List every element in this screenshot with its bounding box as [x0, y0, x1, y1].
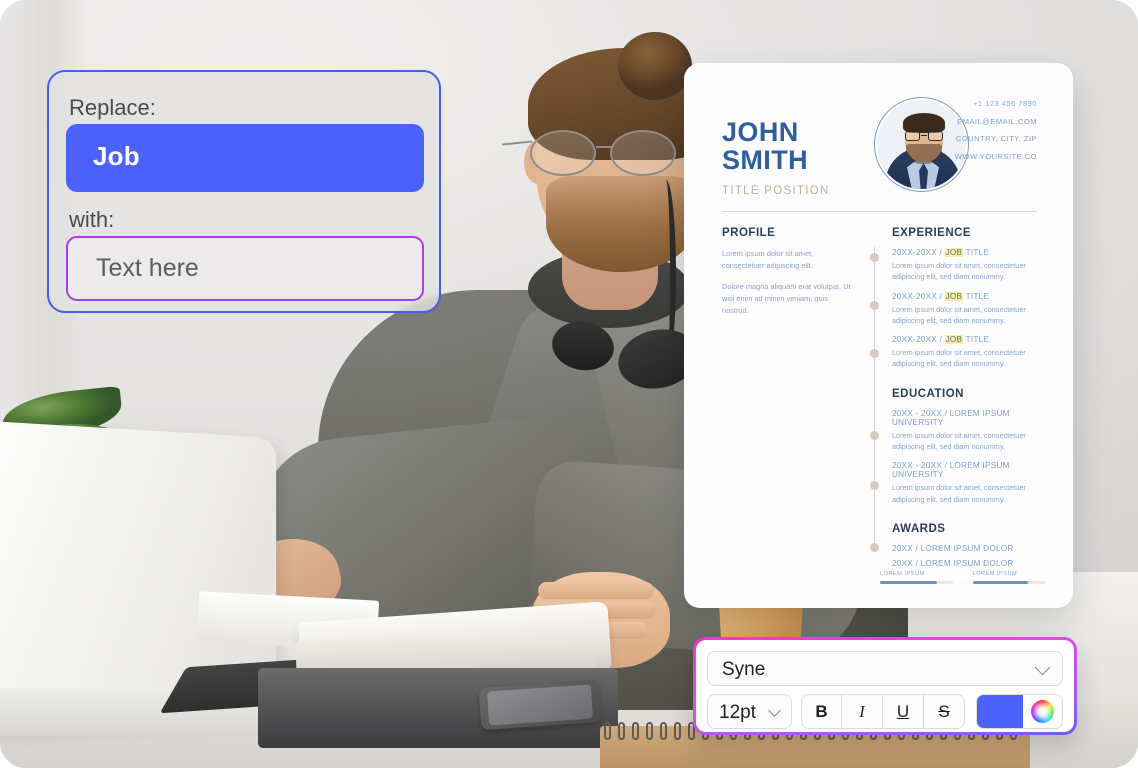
text-style-group: B I U S: [801, 694, 965, 729]
timeline: [869, 247, 879, 552]
replace-target-placeholder: Text here: [96, 254, 199, 282]
education-entry-body: Lorem ipsum dolor sit amet, consectetuer…: [891, 430, 1026, 452]
resume-last-name: SMITH: [722, 144, 808, 175]
font-size-value: 12pt: [719, 702, 756, 723]
strikethrough-button[interactable]: S: [924, 694, 965, 729]
resume-left-column: PROFILE Lorem ipsum dolor sit amet, cons…: [722, 227, 862, 574]
profile-paragraphs: Lorem ipsum dolor sit amet, consectetuer…: [722, 248, 852, 317]
skill-bar: LOREM IPSUM: [880, 571, 953, 584]
experience-entry-body: Lorem ipsum dolor sit amet, consectetuer…: [891, 261, 1026, 282]
resume-title-position: TITLE POSITION: [722, 185, 830, 197]
resume-header: JOHN SMITH TITLE POSITION +1 123 456 789…: [722, 93, 1037, 211]
highlighted-job-token: JOB: [944, 335, 964, 345]
experience-entry-title: 20XX-20XX / JOB TITLE: [891, 248, 990, 257]
education-entry-title: 20XX - 20XX / LOREM IPSUM UNIVERSITY: [891, 461, 1010, 480]
text-color-control: [976, 694, 1063, 729]
education-heading: EDUCATION: [891, 387, 964, 400]
color-wheel-icon: [1031, 700, 1054, 723]
education-entries: 20XX - 20XX / LOREM IPSUM UNIVERSITY Lore…: [892, 409, 1043, 505]
experience-entry-body: Lorem ipsum dolor sit amet, consectetuer…: [891, 304, 1026, 325]
chevron-down-icon: [1034, 659, 1051, 676]
highlighted-job-token: JOB: [944, 248, 964, 257]
award-entry: 20XX / LOREM IPSUM DOLOR: [891, 543, 1014, 553]
with-label: with:: [69, 207, 115, 232]
replace-target-input[interactable]: Text here: [66, 236, 424, 301]
profile-heading: PROFILE: [722, 227, 776, 239]
skill-bar: LOREM IPSUM: [972, 571, 1045, 584]
experience-entry-body: Lorem ipsum dolor sit amet, consectetuer…: [891, 348, 1026, 369]
resume-name: JOHN SMITH: [722, 117, 808, 175]
education-entry-body: Lorem ipsum dolor sit amet, consectetuer…: [891, 483, 1026, 504]
smartphone: [478, 679, 602, 731]
hair-bun: [618, 32, 692, 100]
header-divider: [722, 211, 1037, 212]
resume-preview-card[interactable]: JOHN SMITH TITLE POSITION +1 123 456 789…: [684, 63, 1073, 608]
experience-heading: EXPERIENCE: [891, 227, 972, 239]
skill-bar-track: [880, 581, 953, 584]
replace-label: Replace:: [69, 95, 156, 120]
contact-line: COUNTRY, CITY, ZIP: [955, 134, 1037, 143]
current-color-swatch[interactable]: [977, 695, 1023, 728]
contact-line: +1 123 456 7890: [973, 99, 1037, 108]
font-family-value: Syne: [722, 659, 766, 680]
text-format-toolbar: Syne 12pt B I U S: [693, 637, 1077, 735]
resume-right-column: EXPERIENCE 20XX-20XX / JOB TITLE Lorem ip…: [862, 227, 1043, 574]
underline-button[interactable]: U: [883, 694, 924, 729]
highlighted-job-token: JOB: [944, 291, 964, 301]
skill-bar-track: [972, 581, 1045, 584]
awards-heading: AWARDS: [891, 522, 946, 535]
profile-paragraph: Dolore magna aliquam erat volutpat. Ut w…: [722, 281, 851, 315]
skill-bar-label: LOREM IPSUM: [880, 571, 925, 577]
contact-line: WWW.YOURSITE.CO: [954, 151, 1037, 161]
contact-line: EMAIL@EMAIL.COM: [957, 116, 1037, 126]
profile-paragraph: Lorem ipsum dolor sit amet, consectetuer…: [722, 249, 814, 270]
resume-first-name: JOHN: [722, 117, 799, 147]
education-entry-title: 20XX - 20XX / LOREM IPSUM UNIVERSITY: [891, 408, 1010, 427]
find-replace-panel: Replace: Job with: Text here: [47, 70, 441, 313]
skill-bar-label: LOREM IPSUM: [972, 571, 1018, 577]
chevron-down-icon: [768, 704, 781, 717]
replace-source-value: Job: [93, 141, 140, 171]
replace-source-chip[interactable]: Job: [66, 124, 424, 192]
screenshot-root: Replace: Job with: Text here JOHN SMITH …: [0, 0, 1138, 768]
italic-button[interactable]: I: [842, 694, 883, 729]
font-family-select[interactable]: Syne: [707, 651, 1063, 686]
skill-bar-fill: [880, 581, 937, 584]
experience-entries: 20XX-20XX / JOB TITLE Lorem ipsum dolor s…: [892, 248, 1043, 370]
font-size-select[interactable]: 12pt: [707, 694, 792, 729]
color-picker-button[interactable]: [1023, 695, 1062, 728]
bold-button[interactable]: B: [801, 694, 842, 729]
award-entry: 20XX / LOREM IPSUM DOLOR: [891, 558, 1014, 568]
resume-contact-list: +1 123 456 7890 EMAIL@EMAIL.COM COUNTRY, C…: [897, 99, 1037, 169]
skill-bar-fill: [972, 581, 1028, 584]
experience-entry-title: 20XX-20XX / JOB TITLE: [891, 291, 990, 301]
experience-entry-title: 20XX-20XX / JOB TITLE: [891, 335, 990, 345]
awards-entries: 20XX / LOREM IPSUM DOLOR 20XX / LOREM IPS…: [892, 544, 1043, 568]
